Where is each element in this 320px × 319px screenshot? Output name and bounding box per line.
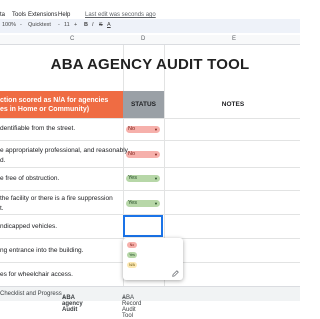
column-header-e[interactable]: E [232, 36, 236, 42]
status-chip-no[interactable]: No ▼ [126, 126, 160, 133]
grid-line [0, 118, 300, 119]
status-chip-label: Yes [128, 175, 137, 181]
header-line-1: ction scored as N/A for agencies [0, 97, 109, 104]
menu-item-data[interactable]: ta [0, 12, 5, 18]
row-4-text-line-2[interactable]: t. [0, 205, 4, 212]
row-2-text-line-2[interactable]: d. [0, 157, 5, 164]
font-size-input[interactable]: 11 [64, 22, 70, 28]
row-5-text[interactable]: ndicapped vehicles. [0, 223, 57, 230]
table-header-status: STATUS [123, 91, 164, 118]
row-7-text[interactable]: es for wheelchair access. [0, 271, 73, 278]
status-chip-label: No [128, 126, 136, 132]
status-chip-label: Yes [128, 200, 137, 206]
caret-down-icon: ▼ [62, 295, 66, 300]
italic-button[interactable]: I [92, 22, 94, 28]
tab-checklist-and-progress[interactable]: Checklist and Progress [0, 291, 62, 297]
toolbar: 100% - Quicktext - 11 + B I S A [0, 19, 300, 33]
caret-down-icon: ▼ [154, 127, 158, 132]
status-chip-no[interactable]: No ▼ [126, 151, 160, 158]
status-chip-label: No [128, 151, 136, 157]
status-dropdown-menu: No Yes N/A [123, 238, 183, 280]
menu-item-tools[interactable]: Tools [12, 12, 26, 18]
table-header-notes: NOTES [164, 91, 301, 118]
zoom-select[interactable]: 100% [2, 22, 16, 28]
menu-item-help[interactable]: Help [58, 12, 70, 18]
caret-down-icon: ▼ [122, 295, 126, 300]
row-6-text[interactable]: ng entrance into the building. [0, 247, 83, 254]
dropdown-option-no[interactable]: No [127, 242, 137, 248]
page-title: ABA AGENCY AUDIT TOOL [50, 56, 250, 73]
grid-line [0, 140, 300, 141]
minus-button[interactable]: - [20, 22, 22, 28]
sheet-tab-bar: Checklist and Progress ABA agency Audit … [0, 286, 300, 319]
row-4-text-line-1[interactable]: the facility or there is a fire suppress… [0, 195, 113, 202]
row-1-text[interactable]: dentifiable from the street. [0, 125, 75, 132]
caret-down-icon: ▼ [154, 201, 158, 206]
dropdown-option-yes[interactable]: Yes [127, 252, 137, 258]
font-size-decrease-button[interactable]: - [58, 22, 60, 28]
table-header-description: ction scored as N/A for agencies es in H… [0, 91, 123, 118]
last-edit-link[interactable]: Last edit was seconds ago [85, 12, 156, 18]
pencil-icon[interactable] [172, 270, 179, 277]
column-header-d[interactable]: D [141, 36, 145, 42]
column-header-row: C D E [0, 35, 300, 45]
grid-line [0, 167, 300, 168]
strikethrough-button[interactable]: S [99, 22, 103, 28]
row-3-text[interactable]: e free of obstruction. [0, 175, 59, 182]
selected-status-cell[interactable] [123, 215, 163, 237]
caret-down-icon: ▼ [154, 176, 158, 181]
header-line-2: es in Home or Community) [0, 106, 90, 113]
dropdown-option-na[interactable]: N/A [127, 262, 137, 268]
column-header-c[interactable]: C [70, 36, 74, 42]
font-select[interactable]: Quicktext [28, 22, 51, 28]
menu-item-extensions[interactable]: Extensions [28, 12, 57, 18]
status-chip-yes[interactable]: Yes ▼ [126, 175, 160, 182]
status-chip-yes[interactable]: Yes ▼ [126, 200, 160, 207]
bold-button[interactable]: B [84, 22, 88, 28]
font-size-increase-button[interactable]: + [74, 22, 77, 28]
caret-down-icon: ▼ [154, 152, 158, 157]
grid-line [0, 190, 300, 191]
text-color-button[interactable]: A [107, 22, 111, 28]
row-2-text-line-1[interactable]: e appropriately professional, and reason… [0, 147, 128, 154]
